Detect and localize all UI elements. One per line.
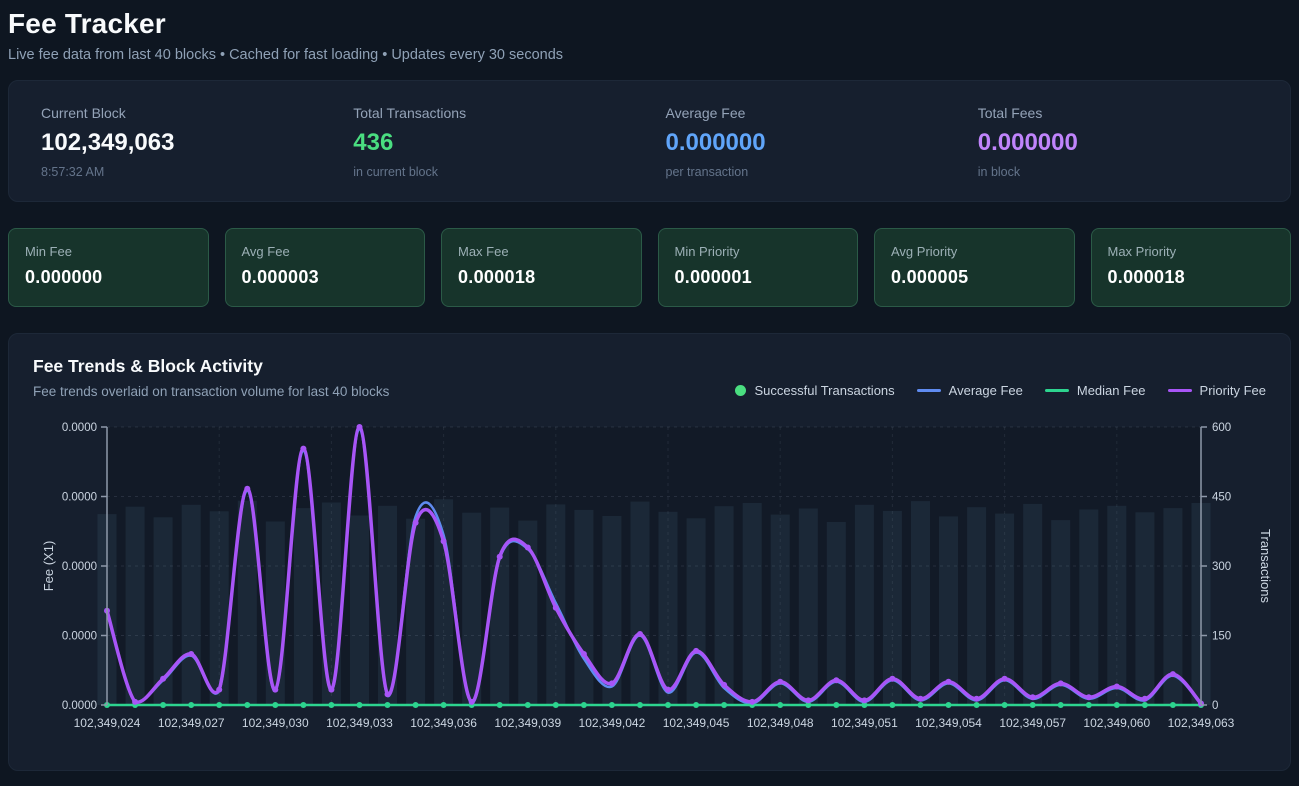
stat-value: 436 <box>353 129 649 157</box>
fee-card-label: Avg Priority <box>891 244 1058 259</box>
stat-total-fees: Total Fees 0.000000 in block <box>962 105 1274 179</box>
stat-average-fee: Average Fee 0.000000 per transaction <box>650 105 962 179</box>
legend-item-priority-fee[interactable]: Priority Fee <box>1168 383 1266 398</box>
fee-card-avg-fee: Avg Fee 0.000003 <box>225 228 426 307</box>
stat-sub: per transaction <box>666 165 962 179</box>
stat-value: 102,349,063 <box>41 129 337 157</box>
svg-text:102,349,045: 102,349,045 <box>663 716 730 730</box>
legend-item-successful-transactions[interactable]: Successful Transactions <box>735 383 894 398</box>
fee-trends-chart-card: Fee Trends & Block Activity Fee trends o… <box>8 333 1291 771</box>
fee-card-value: 0.000005 <box>891 267 1058 288</box>
svg-text:102,349,033: 102,349,033 <box>326 716 393 730</box>
legend-line-icon <box>1168 389 1192 392</box>
svg-text:0.0000: 0.0000 <box>62 631 97 643</box>
fee-card-value: 0.000018 <box>458 267 625 288</box>
fee-card-min-fee: Min Fee 0.000000 <box>8 228 209 307</box>
stats-summary-card: Current Block 102,349,063 8:57:32 AM Tot… <box>8 80 1291 202</box>
legend-item-median-fee[interactable]: Median Fee <box>1045 383 1146 398</box>
fee-card-avg-priority: Avg Priority 0.000005 <box>874 228 1075 307</box>
fee-card-label: Max Priority <box>1108 244 1275 259</box>
fee-card-min-priority: Min Priority 0.000001 <box>658 228 859 307</box>
fee-card-value: 0.000018 <box>1108 267 1275 288</box>
svg-text:102,349,042: 102,349,042 <box>579 716 646 730</box>
svg-text:450: 450 <box>1212 492 1231 504</box>
chart-title: Fee Trends & Block Activity <box>33 356 389 377</box>
svg-text:300: 300 <box>1212 561 1231 573</box>
svg-text:102,349,027: 102,349,027 <box>158 716 225 730</box>
legend-label: Successful Transactions <box>754 383 894 398</box>
page-title: Fee Tracker <box>8 8 1291 40</box>
legend-label: Priority Fee <box>1200 383 1266 398</box>
svg-text:102,349,060: 102,349,060 <box>1083 716 1150 730</box>
legend-line-icon <box>917 389 941 392</box>
fee-card-value: 0.000000 <box>25 267 192 288</box>
fee-card-max-fee: Max Fee 0.000018 <box>441 228 642 307</box>
chart-area: 0.0000 0.0000 0.0000 0.0000 0.0000 Fee (X1) 60… <box>33 413 1266 752</box>
stat-total-transactions: Total Transactions 436 in current block <box>337 105 649 179</box>
chart-legend: Successful Transactions Average Fee Medi… <box>735 383 1266 399</box>
svg-text:150: 150 <box>1212 631 1231 643</box>
svg-text:102,349,054: 102,349,054 <box>915 716 982 730</box>
svg-text:102,349,051: 102,349,051 <box>831 716 898 730</box>
fee-card-label: Avg Fee <box>242 244 409 259</box>
stat-label: Total Transactions <box>353 105 649 121</box>
stat-value: 0.000000 <box>666 129 962 157</box>
fee-chart-svg[interactable]: 0.0000 0.0000 0.0000 0.0000 0.0000 Fee (X1) 60… <box>33 413 1276 747</box>
svg-text:0.0000: 0.0000 <box>62 492 97 504</box>
fee-card-value: 0.000001 <box>675 267 842 288</box>
stat-label: Current Block <box>41 105 337 121</box>
legend-label: Median Fee <box>1077 383 1146 398</box>
svg-text:102,349,057: 102,349,057 <box>999 716 1066 730</box>
svg-text:0.0000: 0.0000 <box>62 700 97 712</box>
stat-value: 0.000000 <box>978 129 1274 157</box>
page-subtitle: Live fee data from last 40 blocks • Cach… <box>8 47 1291 63</box>
svg-text:0: 0 <box>1212 700 1218 712</box>
svg-text:102,349,063: 102,349,063 <box>1168 716 1235 730</box>
fee-cards-row: Min Fee 0.000000 Avg Fee 0.000003 Max Fe… <box>8 228 1291 307</box>
svg-text:102,349,024: 102,349,024 <box>74 716 141 730</box>
svg-text:Fee (X1): Fee (X1) <box>41 541 56 592</box>
svg-text:Transactions: Transactions <box>1258 529 1273 603</box>
svg-text:102,349,036: 102,349,036 <box>410 716 477 730</box>
stat-label: Average Fee <box>666 105 962 121</box>
stat-sub: 8:57:32 AM <box>41 165 337 179</box>
chart-title-block: Fee Trends & Block Activity Fee trends o… <box>33 356 389 399</box>
legend-dot-icon <box>735 385 746 396</box>
svg-text:600: 600 <box>1212 422 1231 434</box>
fee-card-label: Min Priority <box>675 244 842 259</box>
chart-header: Fee Trends & Block Activity Fee trends o… <box>33 356 1266 399</box>
legend-line-icon <box>1045 389 1069 392</box>
fee-card-value: 0.000003 <box>242 267 409 288</box>
stat-sub: in block <box>978 165 1274 179</box>
svg-text:0.0000: 0.0000 <box>62 561 97 573</box>
stat-label: Total Fees <box>978 105 1274 121</box>
legend-item-average-fee[interactable]: Average Fee <box>917 383 1023 398</box>
fee-card-label: Min Fee <box>25 244 192 259</box>
legend-label: Average Fee <box>949 383 1023 398</box>
fee-card-label: Max Fee <box>458 244 625 259</box>
svg-text:102,349,030: 102,349,030 <box>242 716 309 730</box>
svg-text:102,349,048: 102,349,048 <box>747 716 814 730</box>
fee-card-max-priority: Max Priority 0.000018 <box>1091 228 1292 307</box>
stat-sub: in current block <box>353 165 649 179</box>
stat-current-block: Current Block 102,349,063 8:57:32 AM <box>25 105 337 179</box>
svg-text:0.0000: 0.0000 <box>62 422 97 434</box>
chart-subtitle: Fee trends overlaid on transaction volum… <box>33 384 389 399</box>
svg-text:102,349,039: 102,349,039 <box>494 716 561 730</box>
